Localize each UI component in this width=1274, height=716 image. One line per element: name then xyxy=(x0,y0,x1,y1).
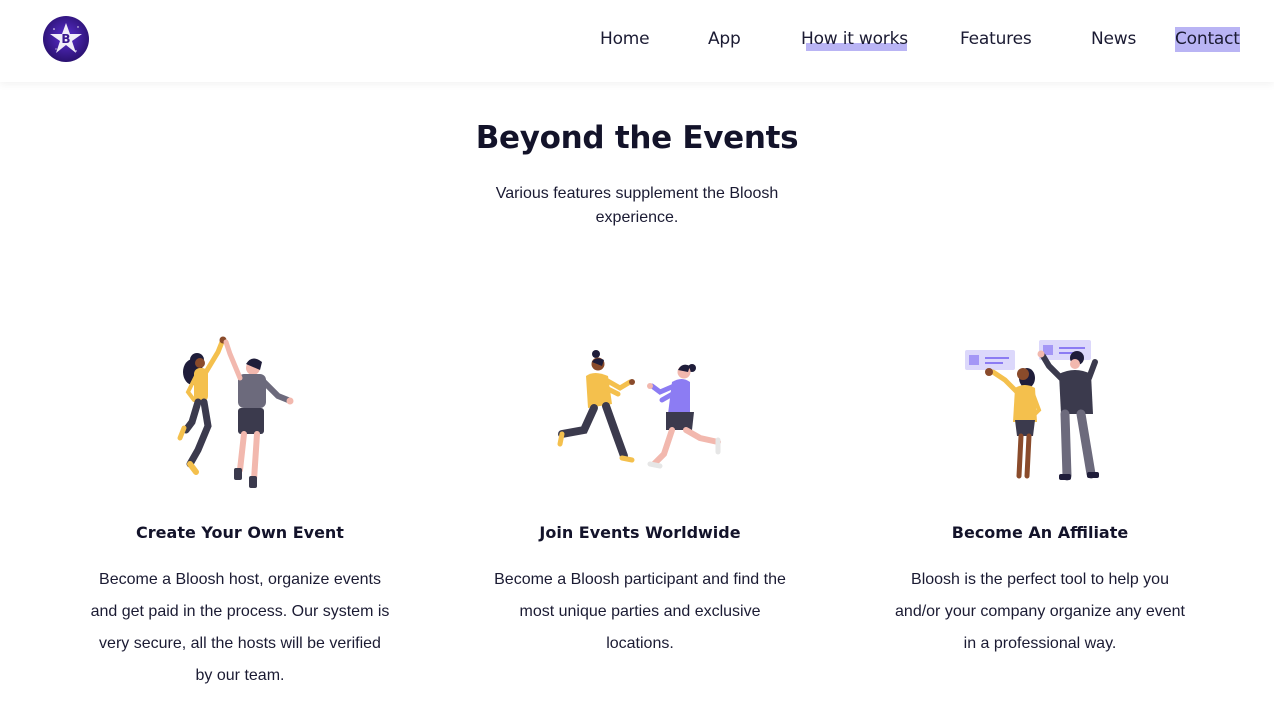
section-title: Beyond the Events xyxy=(475,120,799,156)
nav-features[interactable]: Features xyxy=(960,29,1032,49)
feature-description: Become a Bloosh participant and find the… xyxy=(494,571,786,652)
business-people-illustration xyxy=(965,340,1099,481)
site-header: B Home App How it works Features News Co… xyxy=(0,0,1274,82)
nav-home[interactable]: Home xyxy=(600,29,650,49)
high-five-illustration xyxy=(177,336,294,488)
feature-card-affiliate: Become An Affiliate Bloosh is the perfec… xyxy=(890,330,1190,652)
feature-title: Create Your Own Event xyxy=(136,523,344,542)
nav-app[interactable]: App xyxy=(708,29,741,49)
nav-news[interactable]: News xyxy=(1091,29,1136,49)
feature-description: Bloosh is the perfect tool to help you a… xyxy=(895,571,1185,652)
feature-title: Become An Affiliate xyxy=(951,523,1129,542)
feature-card-create-event: Create Your Own Event Become a Bloosh ho… xyxy=(90,330,390,684)
feature-card-join-events: Join Events Worldwide Become a Bloosh pa… xyxy=(490,330,790,652)
main-nav: Home App How it works Features News Cont… xyxy=(0,0,1274,82)
feature-description: Become a Bloosh host, organize events an… xyxy=(90,571,390,684)
nav-how-it-works[interactable]: How it works xyxy=(801,29,908,49)
section-subtitle: Various features supplement the Bloosh e… xyxy=(495,185,779,226)
people-meeting-illustration xyxy=(557,350,721,469)
feature-title: Join Events Worldwide xyxy=(539,523,741,542)
nav-contact[interactable]: Contact xyxy=(1175,29,1240,49)
